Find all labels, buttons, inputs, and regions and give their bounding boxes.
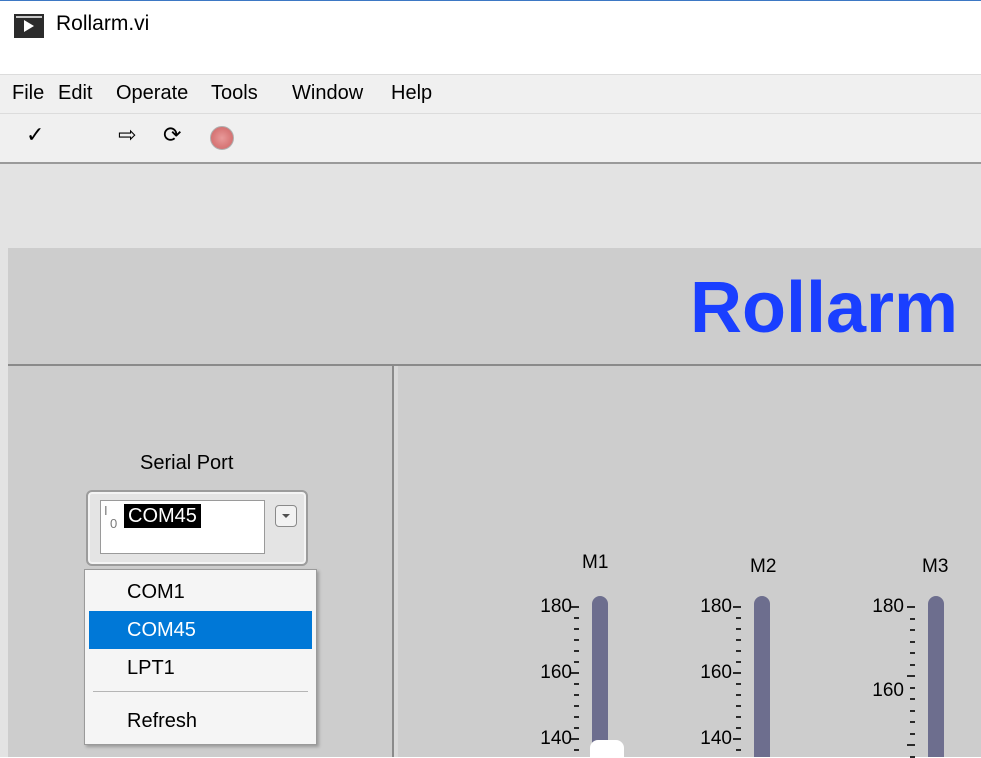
run-arrow-icon[interactable]: ⇨: [118, 122, 136, 148]
slider-tick-mark: [907, 606, 915, 608]
slider-m1-tick-160: 160: [540, 662, 572, 683]
slider-m3-label: M3: [922, 556, 949, 577]
slider-tick-mark: [907, 744, 915, 746]
title-banner: Rollarm: [8, 248, 981, 366]
slider-tick-mark: [910, 664, 915, 666]
slider-tick-mark: [574, 683, 579, 685]
slider-tick-mark: [736, 749, 741, 751]
slider-m2-tick-180: 180: [700, 596, 732, 617]
abort-execution-icon[interactable]: [210, 126, 234, 150]
slider-tick-mark: [736, 705, 741, 707]
slider-tick-mark: [574, 639, 579, 641]
menu-bar: File Edit Operate Tools Window Help: [0, 44, 981, 74]
menu-tools[interactable]: Tools: [211, 82, 258, 105]
slider-m2-tick-160: 160: [700, 662, 732, 683]
slider-m3-tick-180: 180: [872, 596, 904, 617]
panel-header-area: [0, 164, 981, 248]
slider-tick-mark: [910, 618, 915, 620]
slider-tick-mark: [736, 661, 741, 663]
slider-m1-tick-180: 180: [540, 596, 572, 617]
slider-tick-mark: [910, 641, 915, 643]
slider-tick-mark: [910, 721, 915, 723]
serial-port-value[interactable]: COM45: [124, 504, 201, 528]
option-com1[interactable]: COM1: [89, 573, 312, 611]
slider-tick-mark: [910, 698, 915, 700]
slider-tick-mark: [910, 733, 915, 735]
slider-tick-mark: [574, 727, 579, 729]
slider-tick-mark: [736, 639, 741, 641]
slider-tick-mark: [907, 675, 915, 677]
check-icon[interactable]: ✓: [26, 122, 44, 148]
menu-help[interactable]: Help: [391, 82, 432, 105]
slider-tick-mark: [733, 738, 741, 740]
slider-tick-mark: [910, 629, 915, 631]
menu-file[interactable]: File: [12, 82, 44, 105]
slider-m2-tick-140: 140: [700, 728, 732, 749]
run-continuously-icon[interactable]: ⟳: [163, 122, 181, 148]
io-name-icon: I0: [104, 503, 118, 531]
labview-vi-icon: [14, 14, 44, 38]
slider-m2-label: M2: [750, 556, 777, 577]
panel-edge: [0, 164, 8, 757]
chevron-down-icon: [282, 514, 290, 518]
slider-tick-mark: [571, 738, 579, 740]
slider-tick-mark: [574, 749, 579, 751]
slider-tick-mark: [733, 672, 741, 674]
slider-m3-tick-160: 160: [872, 680, 904, 701]
slider-tick-mark: [571, 606, 579, 608]
slider-tick-mark: [910, 687, 915, 689]
window-title: Rollarm.vi: [56, 12, 150, 35]
menu-strip: File Edit Operate Tools Window Help: [0, 74, 981, 114]
slider-tick-mark: [574, 705, 579, 707]
slider-m1-thumb[interactable]: [590, 740, 624, 757]
slider-tick-mark: [574, 617, 579, 619]
slider-tick-mark: [910, 710, 915, 712]
serial-port-dropdown-list: COM1 COM45 LPT1 Refresh: [84, 569, 317, 745]
slider-m1-track[interactable]: [592, 596, 608, 757]
menu-edit[interactable]: Edit: [58, 82, 92, 105]
option-lpt1[interactable]: LPT1: [89, 649, 312, 687]
slider-tick-mark: [910, 652, 915, 654]
slider-tick-mark: [574, 628, 579, 630]
dropdown-button[interactable]: [275, 505, 297, 527]
slider-tick-mark: [733, 606, 741, 608]
slider-tick-mark: [574, 694, 579, 696]
serial-port-label: Serial Port: [140, 452, 234, 474]
slider-tick-mark: [736, 628, 741, 630]
menu-separator: [93, 691, 308, 692]
slider-tick-mark: [574, 650, 579, 652]
slider-tick-mark: [736, 683, 741, 685]
slider-tick-mark: [736, 694, 741, 696]
menu-window[interactable]: Window: [292, 82, 363, 105]
slider-tick-mark: [736, 650, 741, 652]
banner-title: Rollarm: [690, 268, 959, 348]
slider-m2-track[interactable]: [754, 596, 770, 757]
slider-tick-mark: [736, 716, 741, 718]
option-com45[interactable]: COM45: [89, 611, 312, 649]
slider-tick-mark: [736, 727, 741, 729]
slider-m1-label: M1: [582, 552, 609, 573]
slider-tick-mark: [574, 716, 579, 718]
slider-m3-track[interactable]: [928, 596, 944, 757]
slider-tick-mark: [736, 617, 741, 619]
slider-m1-tick-140: 140: [540, 728, 572, 749]
slider-tick-mark: [571, 672, 579, 674]
slider-tick-mark: [574, 661, 579, 663]
toolbar: ✓ ⇨ ⟳: [0, 114, 981, 164]
option-refresh[interactable]: Refresh: [89, 702, 312, 740]
menu-operate[interactable]: Operate: [116, 82, 188, 105]
